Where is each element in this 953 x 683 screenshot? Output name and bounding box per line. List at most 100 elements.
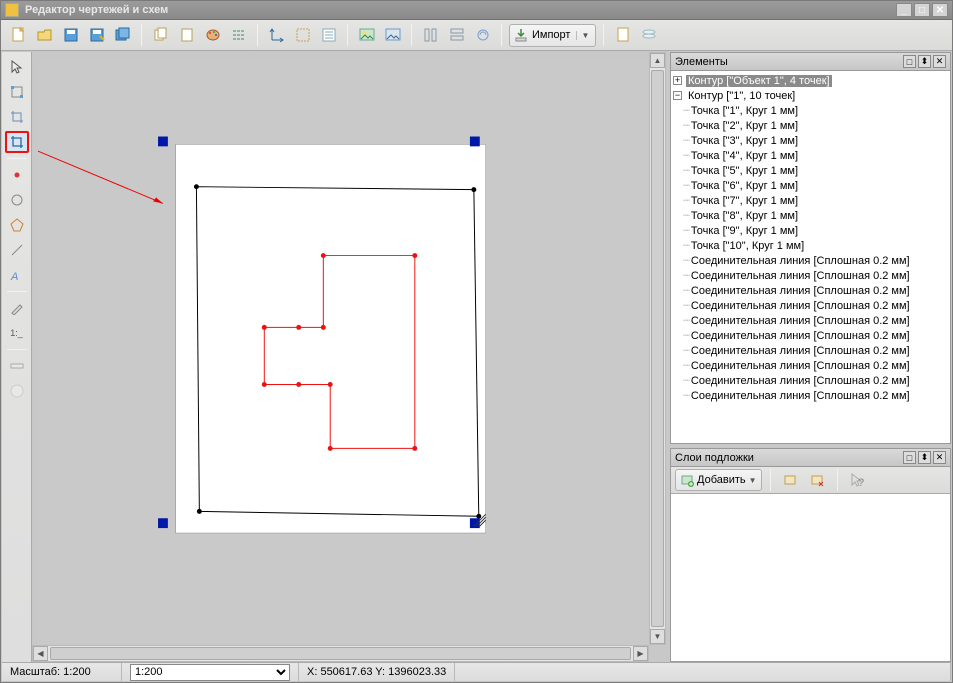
tree-item-label: Точка ["1", Круг 1 мм]	[689, 105, 800, 117]
maximize-button[interactable]: □	[914, 3, 930, 17]
panel-pin-icon[interactable]: ⬍	[918, 451, 931, 464]
grid1-icon[interactable]	[419, 24, 442, 47]
tree-item[interactable]: ┈Соединительная линия [Сплошная 0.2 мм]	[673, 388, 948, 403]
scroll-thumb[interactable]	[651, 70, 664, 627]
elements-panel: Элементы □ ⬍ ✕ +Контур ["Объект 1", 4 то…	[670, 52, 951, 444]
tree-item[interactable]: ┈Точка ["5", Круг 1 мм]	[673, 163, 948, 178]
save-icon[interactable]	[59, 24, 82, 47]
elements-tree[interactable]: +Контур ["Объект 1", 4 точек]−Контур ["1…	[671, 71, 950, 443]
tree-item[interactable]: ┈Соединительная линия [Сплошная 0.2 мм]	[673, 313, 948, 328]
tree-item-label: Точка ["5", Круг 1 мм]	[689, 165, 800, 177]
layer-delete-icon[interactable]	[806, 469, 829, 492]
paste-icon[interactable]	[175, 24, 198, 47]
scroll-up-icon[interactable]: ▲	[650, 53, 665, 68]
tree-item[interactable]: ┈Точка ["7", Круг 1 мм]	[673, 193, 948, 208]
circle-tool[interactable]	[5, 189, 29, 211]
tree-item[interactable]: ┈Точка ["6", Круг 1 мм]	[673, 178, 948, 193]
crop1-tool[interactable]	[5, 106, 29, 128]
tree-item[interactable]: ┈Соединительная линия [Сплошная 0.2 мм]	[673, 283, 948, 298]
scale-select[interactable]: 1:200	[130, 664, 290, 681]
disabled-tool[interactable]	[5, 380, 29, 402]
expand-icon[interactable]: +	[673, 76, 682, 85]
tree-item[interactable]: ┈Точка ["9", Круг 1 мм]	[673, 223, 948, 238]
tree-item-label: Точка ["9", Круг 1 мм]	[689, 225, 800, 237]
measure-tool[interactable]	[5, 355, 29, 377]
polygon-tool[interactable]	[5, 214, 29, 236]
node-tool[interactable]	[5, 81, 29, 103]
pen-tool[interactable]	[5, 297, 29, 319]
tree-item[interactable]: ┈Соединительная линия [Сплошная 0.2 мм]	[673, 373, 948, 388]
new-icon[interactable]	[7, 24, 30, 47]
panel-dock-icon[interactable]: □	[903, 451, 916, 464]
tree-item-label: Контур ["1", 10 точек]	[686, 90, 797, 102]
scroll-down-icon[interactable]: ▼	[650, 629, 665, 644]
window-title: Редактор чертежей и схем	[25, 4, 894, 16]
image2-icon[interactable]	[381, 24, 404, 47]
doc1-icon[interactable]	[611, 24, 634, 47]
saveas-icon[interactable]	[85, 24, 108, 47]
list-icon[interactable]	[317, 24, 340, 47]
palette-icon[interactable]	[201, 24, 224, 47]
axes-icon[interactable]	[265, 24, 288, 47]
scroll-thumb[interactable]	[50, 647, 631, 660]
vertical-scrollbar[interactable]: ▲ ▼	[649, 52, 666, 645]
horizontal-scrollbar[interactable]: ◀ ▶	[32, 645, 649, 662]
tree-item[interactable]: ┈Соединительная линия [Сплошная 0.2 мм]	[673, 358, 948, 373]
tree-item[interactable]: +Контур ["Объект 1", 4 точек]	[673, 73, 948, 88]
layers-list[interactable]	[671, 494, 950, 661]
tree-item[interactable]: −Контур ["1", 10 точек]	[673, 88, 948, 103]
minimize-button[interactable]: _	[896, 3, 912, 17]
tree-item-label: Точка ["6", Круг 1 мм]	[689, 180, 800, 192]
text-tool[interactable]: A	[5, 264, 29, 286]
tree-item-label: Точка ["7", Круг 1 мм]	[689, 195, 800, 207]
tree-item-label: Соединительная линия [Сплошная 0.2 мм]	[689, 315, 912, 327]
tree-item[interactable]: ┈Соединительная линия [Сплошная 0.2 мм]	[673, 328, 948, 343]
close-button[interactable]: ✕	[932, 3, 948, 17]
layer-edit-icon[interactable]	[779, 469, 802, 492]
grid2-icon[interactable]	[445, 24, 468, 47]
line-tool[interactable]	[5, 239, 29, 261]
scale-label-tool[interactable]: 1:_	[5, 322, 29, 344]
layer-help-icon[interactable]: ?	[846, 469, 869, 492]
toolbar-separator	[501, 24, 502, 46]
left-separator	[7, 291, 27, 292]
scroll-right-icon[interactable]: ▶	[633, 646, 648, 661]
import-dropdown[interactable]: Импорт ▼	[509, 24, 596, 47]
tree-item[interactable]: ┈Точка ["1", Круг 1 мм]	[673, 103, 948, 118]
tree-item[interactable]: ┈Соединительная линия [Сплошная 0.2 мм]	[673, 253, 948, 268]
layers-toolbar: Добавить ▼ ?	[671, 467, 950, 494]
open-icon[interactable]	[33, 24, 56, 47]
panel-close-icon[interactable]: ✕	[933, 55, 946, 68]
layers-panel-header[interactable]: Слои подложки □ ⬍ ✕	[671, 449, 950, 467]
tree-item-label: Соединительная линия [Сплошная 0.2 мм]	[689, 375, 912, 387]
tree-item[interactable]: ┈Соединительная линия [Сплошная 0.2 мм]	[673, 268, 948, 283]
panel-dock-icon[interactable]: □	[903, 55, 916, 68]
snap-icon[interactable]	[471, 24, 494, 47]
line-style-icon[interactable]	[227, 24, 250, 47]
point-tool[interactable]	[5, 164, 29, 186]
scroll-left-icon[interactable]: ◀	[33, 646, 48, 661]
layers-panel-title: Слои подложки	[675, 452, 901, 464]
tree-item[interactable]: ┈Точка ["8", Круг 1 мм]	[673, 208, 948, 223]
tree-item[interactable]: ┈Соединительная линия [Сплошная 0.2 мм]	[673, 298, 948, 313]
doc2-icon[interactable]	[637, 24, 660, 47]
tree-item[interactable]: ┈Точка ["10", Круг 1 мм]	[673, 238, 948, 253]
image-icon[interactable]	[355, 24, 378, 47]
drawing-canvas[interactable]	[38, 58, 648, 644]
tree-item[interactable]: ┈Точка ["2", Круг 1 мм]	[673, 118, 948, 133]
copy-icon[interactable]	[149, 24, 172, 47]
elements-panel-header[interactable]: Элементы □ ⬍ ✕	[671, 53, 950, 71]
tree-item[interactable]: ┈Точка ["4", Круг 1 мм]	[673, 148, 948, 163]
panel-pin-icon[interactable]: ⬍	[918, 55, 931, 68]
panel-close-icon[interactable]: ✕	[933, 451, 946, 464]
saveall-icon[interactable]	[111, 24, 134, 47]
tree-item[interactable]: ┈Точка ["3", Круг 1 мм]	[673, 133, 948, 148]
collapse-icon[interactable]: −	[673, 91, 682, 100]
pointer-tool[interactable]	[5, 56, 29, 78]
tree-item[interactable]: ┈Соединительная линия [Сплошная 0.2 мм]	[673, 343, 948, 358]
status-rest	[455, 663, 951, 681]
crop2-tool[interactable]	[5, 131, 29, 153]
selectarea-icon[interactable]	[291, 24, 314, 47]
titlebar[interactable]: Редактор чертежей и схем _ □ ✕	[1, 1, 952, 20]
add-layer-button[interactable]: Добавить ▼	[675, 469, 762, 491]
